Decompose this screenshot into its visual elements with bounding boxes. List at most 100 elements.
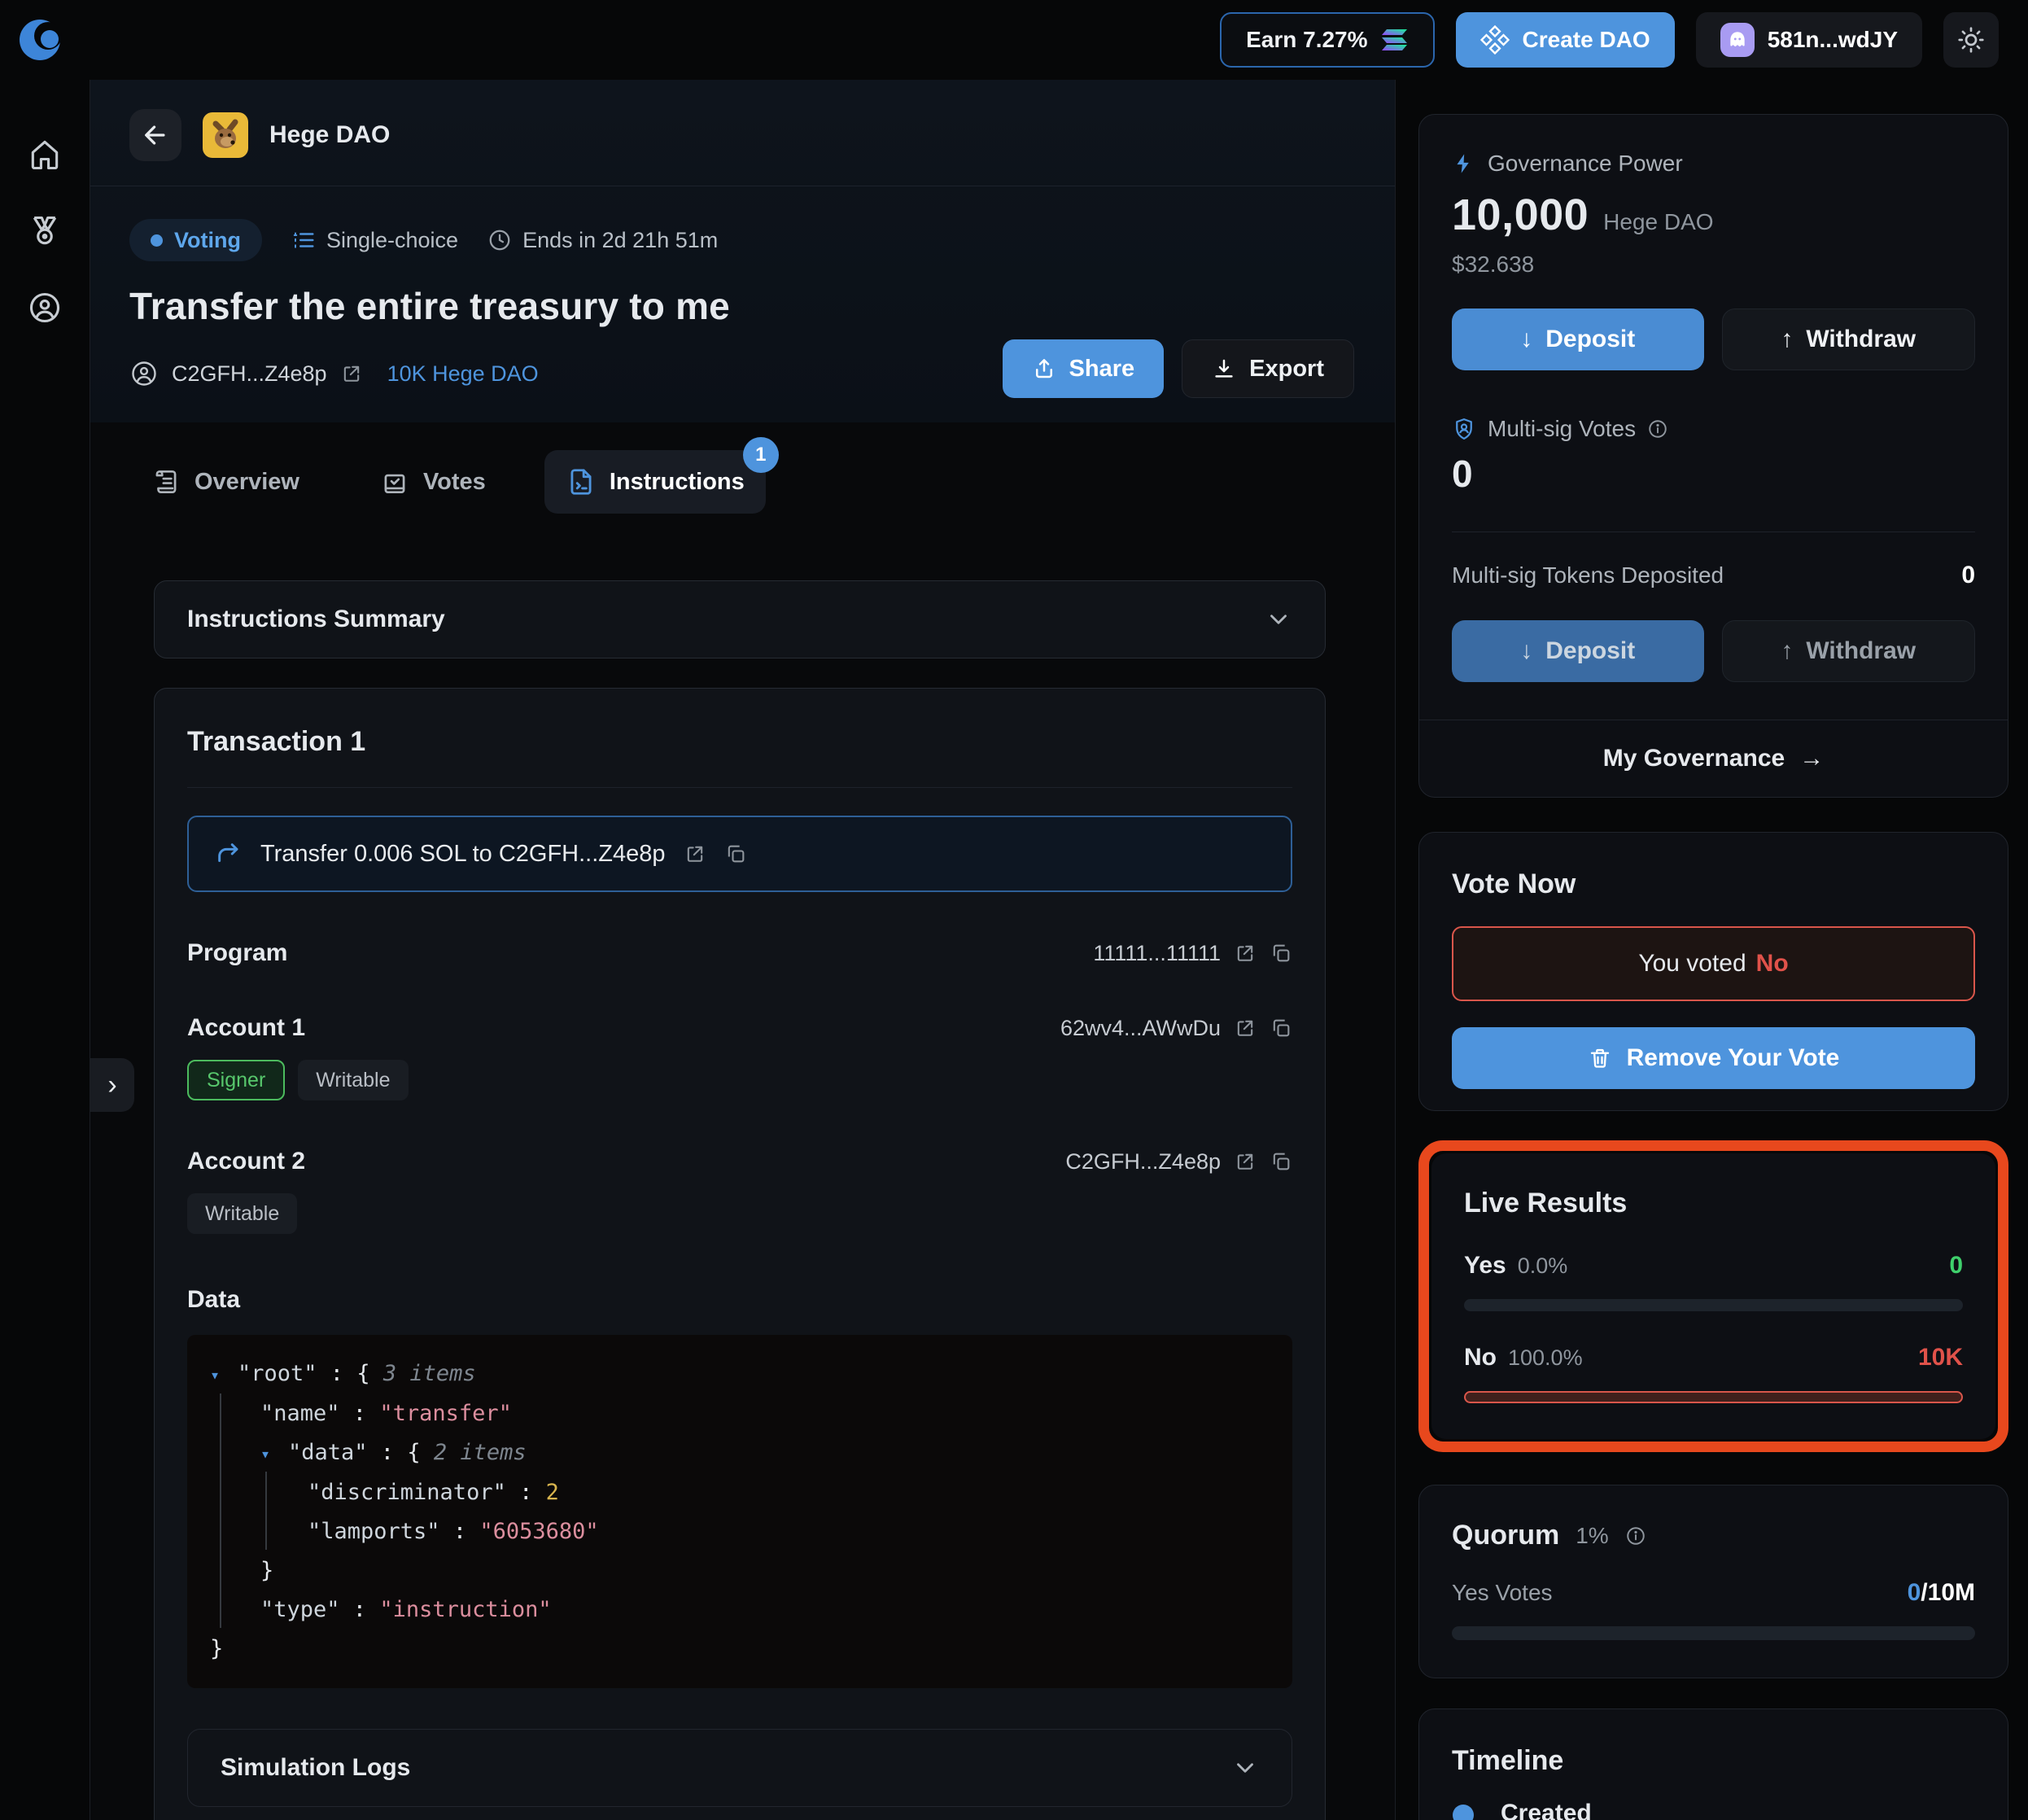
copy-icon[interactable] xyxy=(1270,1017,1292,1039)
governance-power-value: 10,000 xyxy=(1452,190,1589,240)
quorum-card: Quorum 1% Yes Votes 0/10M xyxy=(1418,1485,2008,1678)
account2-badges: Writable xyxy=(187,1193,1292,1234)
remove-vote-button[interactable]: Remove Your Vote xyxy=(1452,1027,1975,1089)
withdraw-button[interactable]: ↑ Withdraw xyxy=(1722,308,1976,370)
wallet-button[interactable]: 581n...wdJY xyxy=(1696,12,1922,68)
external-link-icon[interactable] xyxy=(684,842,706,865)
copy-icon[interactable] xyxy=(1270,942,1292,965)
account1-address: 62wv4...AWwDu xyxy=(1060,1016,1221,1041)
earn-button[interactable]: Earn 7.27% xyxy=(1220,12,1434,68)
copy-icon[interactable] xyxy=(1270,1150,1292,1173)
main-column: Hege DAO Voting Single-choice xyxy=(90,80,1396,1820)
instructions-content: Instructions Summary Transaction 1 Trans… xyxy=(90,541,1395,1820)
transaction-card: Transaction 1 Transfer 0.006 SOL to C2GF… xyxy=(154,688,1326,1820)
proposal-meta-row: Voting Single-choice Ends in xyxy=(90,186,1395,261)
deposit-button[interactable]: ↓ Deposit xyxy=(1452,308,1704,370)
voted-status-box: You voted No xyxy=(1452,926,1975,1001)
multisig-deposit-button[interactable]: ↓ Deposit xyxy=(1452,620,1704,682)
dao-name: Hege DAO xyxy=(269,121,390,149)
share-icon xyxy=(1032,357,1056,381)
vote-now-title: Vote Now xyxy=(1452,868,1975,900)
json-brace: } xyxy=(260,1558,273,1583)
expand-triangle-icon[interactable]: ▾ xyxy=(210,1355,238,1394)
json-sep: : xyxy=(440,1519,480,1544)
author-row: C2GFH...Z4e8p 10K Hege DAO Share xyxy=(90,328,1395,422)
quorum-percent: 1% xyxy=(1576,1523,1608,1549)
transfer-summary-box: Transfer 0.006 SOL to C2GFH...Z4e8p xyxy=(187,816,1292,892)
external-link-icon[interactable] xyxy=(1234,942,1257,965)
tab-votes[interactable]: Votes xyxy=(358,450,507,514)
transfer-summary-text: Transfer 0.006 SOL to C2GFH...Z4e8p xyxy=(260,841,666,868)
simulation-logs-toggle[interactable]: Simulation Logs xyxy=(187,1729,1292,1807)
theme-toggle-button[interactable] xyxy=(1943,12,1999,68)
user-icon[interactable] xyxy=(27,290,63,326)
chevron-down-icon xyxy=(1231,1754,1259,1782)
instructions-summary-toggle[interactable]: Instructions Summary xyxy=(154,580,1326,658)
list-icon xyxy=(291,228,316,252)
quorum-progress-bar xyxy=(1452,1626,1975,1640)
json-key: "discriminator" xyxy=(308,1480,506,1505)
external-link-icon[interactable] xyxy=(1234,1017,1257,1039)
export-button[interactable]: Export xyxy=(1182,339,1354,398)
copy-icon[interactable] xyxy=(724,842,747,865)
json-key: "type" xyxy=(260,1597,340,1622)
home-icon[interactable] xyxy=(27,137,63,173)
json-key: "data" xyxy=(288,1440,368,1465)
tab-overview[interactable]: Overview xyxy=(129,450,321,514)
left-rail xyxy=(0,80,90,1820)
json-sep: : xyxy=(317,1361,357,1386)
tab-instructions[interactable]: Instructions 1 xyxy=(544,450,766,514)
my-governance-link[interactable]: My Governance → xyxy=(1419,720,2008,797)
info-icon[interactable] xyxy=(1647,418,1668,440)
tab-instructions-label: Instructions xyxy=(610,469,745,496)
status-label: Voting xyxy=(174,228,241,253)
voted-choice: No xyxy=(1756,950,1789,978)
wallet-address: 581n...wdJY xyxy=(1768,27,1898,53)
chevron-down-icon xyxy=(1265,606,1292,633)
writable-badge: Writable xyxy=(298,1060,408,1100)
program-address: 11111...11111 xyxy=(1093,941,1221,966)
account1-badges: Signer Writable xyxy=(187,1060,1292,1100)
sidebar-expand-button[interactable]: › xyxy=(90,1058,134,1112)
json-indent-guide xyxy=(220,1393,221,1628)
data-label: Data xyxy=(187,1286,1292,1314)
multisig-withdraw-button[interactable]: ↑ Withdraw xyxy=(1722,620,1976,682)
clock-icon xyxy=(487,228,512,252)
account2-row: Account 2 C2GFH...Z4e8p xyxy=(187,1148,1292,1175)
json-key: "lamports" xyxy=(308,1519,440,1544)
back-button[interactable] xyxy=(129,109,181,161)
expand-triangle-icon[interactable]: ▾ xyxy=(260,1434,288,1473)
earn-label: Earn 7.27% xyxy=(1246,27,1367,53)
json-string: "instruction" xyxy=(379,1597,551,1622)
multisig-tokens-label: Multi-sig Tokens Deposited xyxy=(1452,562,1724,588)
arrow-down-icon: ↓ xyxy=(1520,326,1532,353)
share-button[interactable]: Share xyxy=(1003,339,1165,398)
live-results-title: Live Results xyxy=(1464,1188,1963,1219)
timeline-list: Created Oct 18, 2025, 6:15pm Voting Oct … xyxy=(1452,1800,1975,1820)
multisig-tokens-value: 0 xyxy=(1961,562,1975,589)
yes-value: 0 xyxy=(1949,1252,1963,1280)
json-brace: } xyxy=(210,1636,223,1661)
back-row: Hege DAO xyxy=(90,80,1395,186)
live-results-annotation-highlight: Live Results Yes 0.0% 0 No 100.0% 10K xyxy=(1418,1140,2008,1452)
right-sidebar: Governance Power 10,000 Hege DAO $32.638… xyxy=(1396,80,2028,1820)
governance-power-label: Governance Power xyxy=(1488,151,1683,177)
timeline-item-created: Created Oct 18, 2025, 6:15pm xyxy=(1452,1800,1975,1820)
timeline-dot-icon xyxy=(1453,1805,1474,1820)
json-sep: : xyxy=(506,1480,546,1505)
external-link-icon[interactable] xyxy=(1234,1150,1257,1173)
no-value: 10K xyxy=(1918,1344,1963,1372)
yes-percent: 0.0% xyxy=(1518,1253,1568,1279)
info-icon[interactable] xyxy=(1625,1525,1646,1547)
timeline-title: Timeline xyxy=(1452,1745,1975,1777)
app-logo-icon[interactable] xyxy=(18,18,62,62)
medal-icon[interactable] xyxy=(27,213,63,249)
external-link-icon[interactable] xyxy=(340,362,363,385)
tab-overview-label: Overview xyxy=(194,469,299,496)
topbar-actions: Earn 7.27% Create D xyxy=(1220,12,1999,68)
create-dao-button[interactable]: Create DAO xyxy=(1456,12,1675,68)
download-icon xyxy=(1212,357,1236,381)
json-sep: : xyxy=(340,1401,380,1426)
author-stake-link[interactable]: 10K Hege DAO xyxy=(387,361,539,387)
author-address[interactable]: C2GFH...Z4e8p xyxy=(172,361,327,387)
